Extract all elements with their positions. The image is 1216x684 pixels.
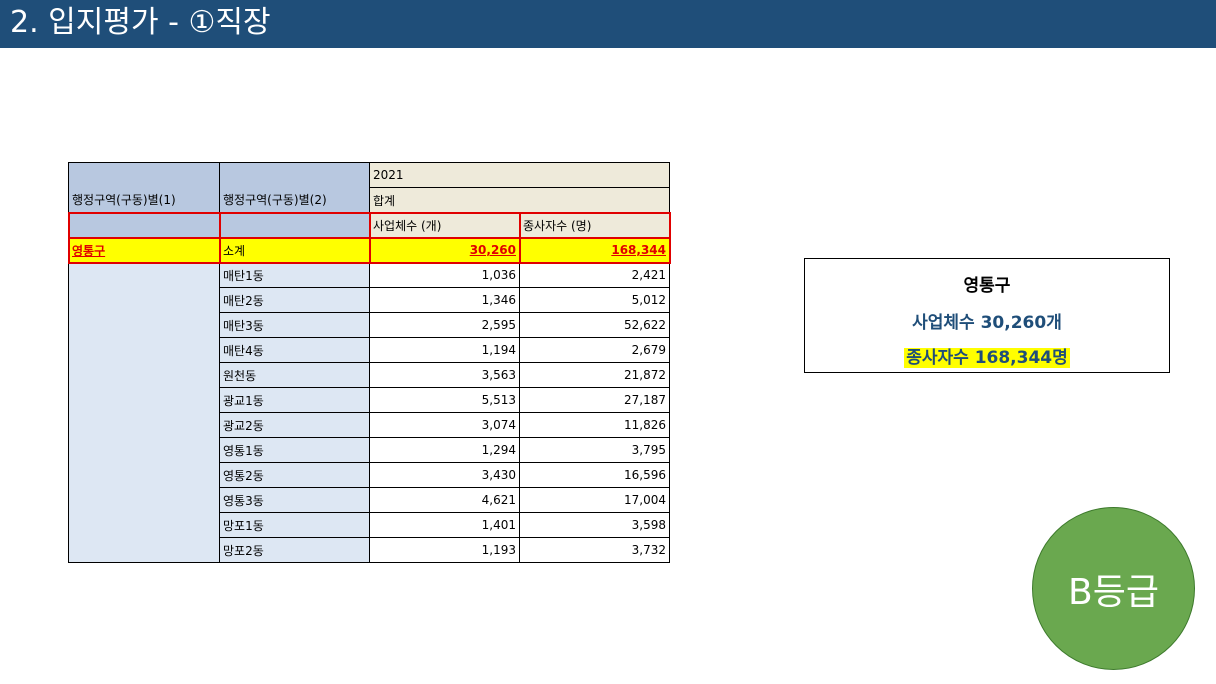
employees-cell: 2,679 bbox=[519, 337, 670, 363]
summary-employees: 종사자수 168,344명 bbox=[904, 348, 1070, 368]
employees-cell: 16,596 bbox=[519, 462, 670, 488]
dong-name: 영통2동 bbox=[219, 462, 370, 488]
employees-header: 종사자수 (명) bbox=[518, 211, 671, 239]
businesses-cell: 1,346 bbox=[369, 287, 520, 313]
businesses-cell: 3,563 bbox=[369, 362, 520, 388]
businesses-header: 사업체수 (개) bbox=[368, 211, 521, 239]
summary-businesses: 사업체수 30,260개 bbox=[912, 313, 1062, 333]
summary-district: 영통구 bbox=[963, 276, 1011, 296]
businesses-cell: 5,513 bbox=[369, 387, 520, 413]
employees-cell: 3,795 bbox=[519, 437, 670, 463]
grade-label: B등급 bbox=[1068, 571, 1159, 613]
employees-cell: 3,732 bbox=[519, 537, 670, 563]
district-group-cell bbox=[68, 262, 220, 563]
businesses-cell: 4,621 bbox=[369, 487, 520, 513]
blank-header-cell bbox=[218, 211, 371, 239]
subtotal-row: 영통구 소계 30,260 168,344 bbox=[67, 236, 671, 264]
col2-header: 행정구역(구동)별(2) bbox=[219, 162, 370, 213]
dong-name: 광교1동 bbox=[219, 387, 370, 413]
employees-cell: 27,187 bbox=[519, 387, 670, 413]
businesses-cell: 3,074 bbox=[369, 412, 520, 438]
dong-name: 영통1동 bbox=[219, 437, 370, 463]
dong-name: 영통3동 bbox=[219, 487, 370, 513]
grade-badge: B등급 bbox=[1032, 507, 1195, 670]
employees-cell: 3,598 bbox=[519, 512, 670, 538]
summary-box: 영통구 사업체수 30,260개 종사자수 168,344명 bbox=[804, 258, 1170, 373]
businesses-cell: 3,430 bbox=[369, 462, 520, 488]
district-label: 영통구 bbox=[67, 236, 221, 264]
dong-name: 망포2동 bbox=[219, 537, 370, 563]
businesses-cell: 1,193 bbox=[369, 537, 520, 563]
businesses-cell: 1,294 bbox=[369, 437, 520, 463]
subtotal-businesses: 30,260 bbox=[368, 236, 521, 264]
subtotal-label: 소계 bbox=[218, 236, 371, 264]
col1-header: 행정구역(구동)별(1) bbox=[68, 162, 220, 213]
dong-name: 매탄1동 bbox=[219, 262, 370, 288]
employees-cell: 5,012 bbox=[519, 287, 670, 313]
employees-cell: 11,826 bbox=[519, 412, 670, 438]
workplace-table: 행정구역(구동)별(1) 행정구역(구동)별(2) 2021 합계 사업체수 (… bbox=[67, 162, 671, 563]
dong-name: 매탄3동 bbox=[219, 312, 370, 338]
dong-name: 매탄2동 bbox=[219, 287, 370, 313]
employees-cell: 2,421 bbox=[519, 262, 670, 288]
metric-header-row: 사업체수 (개) 종사자수 (명) bbox=[67, 211, 671, 239]
dong-name: 원천동 bbox=[219, 362, 370, 388]
year-header: 2021 bbox=[369, 162, 670, 188]
businesses-cell: 1,194 bbox=[369, 337, 520, 363]
employees-cell: 52,622 bbox=[519, 312, 670, 338]
businesses-cell: 1,401 bbox=[369, 512, 520, 538]
blank-header-cell bbox=[67, 211, 221, 239]
businesses-cell: 1,036 bbox=[369, 262, 520, 288]
dong-name: 망포1동 bbox=[219, 512, 370, 538]
dong-name: 광교2동 bbox=[219, 412, 370, 438]
slide-title: 2. 입지평가 - ①직장 bbox=[10, 5, 271, 40]
total-header: 합계 bbox=[369, 187, 670, 213]
dong-name: 매탄4동 bbox=[219, 337, 370, 363]
slide-header: 2. 입지평가 - ①직장 bbox=[0, 0, 1216, 48]
employees-cell: 21,872 bbox=[519, 362, 670, 388]
subtotal-employees: 168,344 bbox=[518, 236, 671, 264]
table-row: 매탄1동 1,036 2,421 bbox=[68, 262, 670, 563]
businesses-cell: 2,595 bbox=[369, 312, 520, 338]
employees-cell: 17,004 bbox=[519, 487, 670, 513]
